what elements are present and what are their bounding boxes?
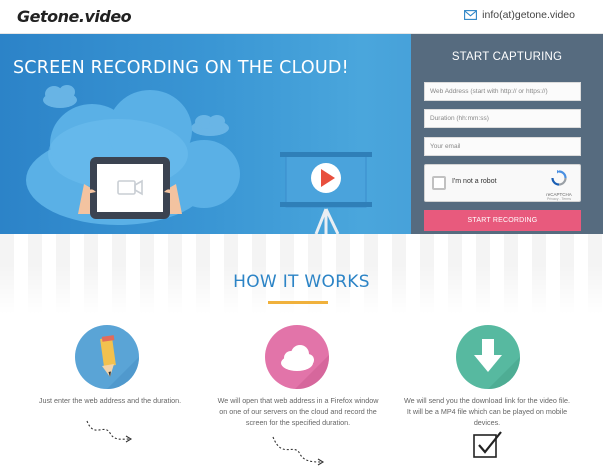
- site-logo[interactable]: Getone.video: [17, 7, 132, 26]
- recaptcha-logo: reCAPTCHA Privacy - Terms: [546, 170, 572, 201]
- title-underline: [268, 301, 328, 304]
- web-address-input[interactable]: Web Address (start with http:// or https…: [424, 82, 581, 101]
- recaptcha-checkbox[interactable]: [432, 176, 446, 190]
- capture-form-panel: START CAPTURING Web Address (start with …: [411, 34, 603, 234]
- dotted-arrow-doodle: [86, 420, 133, 443]
- step-2-text: We will open that web address in a Firef…: [217, 396, 379, 427]
- download-arrow-icon: [474, 339, 520, 389]
- pencil-icon: [100, 335, 139, 389]
- step-1-icon: [75, 325, 139, 389]
- how-it-works-title: HOW IT WORKS: [233, 272, 370, 292]
- cloud-icon: [281, 345, 329, 389]
- hero-title: SCREEN RECORDING ON THE CLOUD!: [13, 58, 349, 78]
- checkmark-box-icon: [473, 431, 502, 458]
- site-header: Getone.video info(at)getone.video: [0, 0, 603, 34]
- duration-input[interactable]: Duration (hh:mm:ss): [424, 109, 581, 128]
- recaptcha-widget: I'm not a robot reCAPTCHA Privacy - Term…: [424, 164, 581, 202]
- recaptcha-icon: [551, 170, 567, 186]
- step-3-icon: [456, 325, 520, 389]
- contact-email-text: info(at)getone.video: [482, 9, 575, 21]
- capture-form-title: START CAPTURING: [451, 51, 563, 63]
- recaptcha-terms[interactable]: Privacy - Terms: [546, 197, 572, 201]
- recaptcha-label: I'm not a robot: [452, 178, 497, 185]
- email-input[interactable]: Your email: [424, 137, 581, 156]
- contact-email-link[interactable]: info(at)getone.video: [464, 9, 575, 21]
- envelope-icon: [464, 10, 478, 20]
- start-recording-button[interactable]: START RECORDING: [424, 210, 581, 231]
- step-2-icon: [265, 325, 329, 389]
- step-1-text: Just enter the web address and the durat…: [38, 396, 182, 405]
- step-3-text: We will send you the download link for t…: [403, 396, 571, 427]
- dotted-arrow-doodle-2: [272, 436, 325, 466]
